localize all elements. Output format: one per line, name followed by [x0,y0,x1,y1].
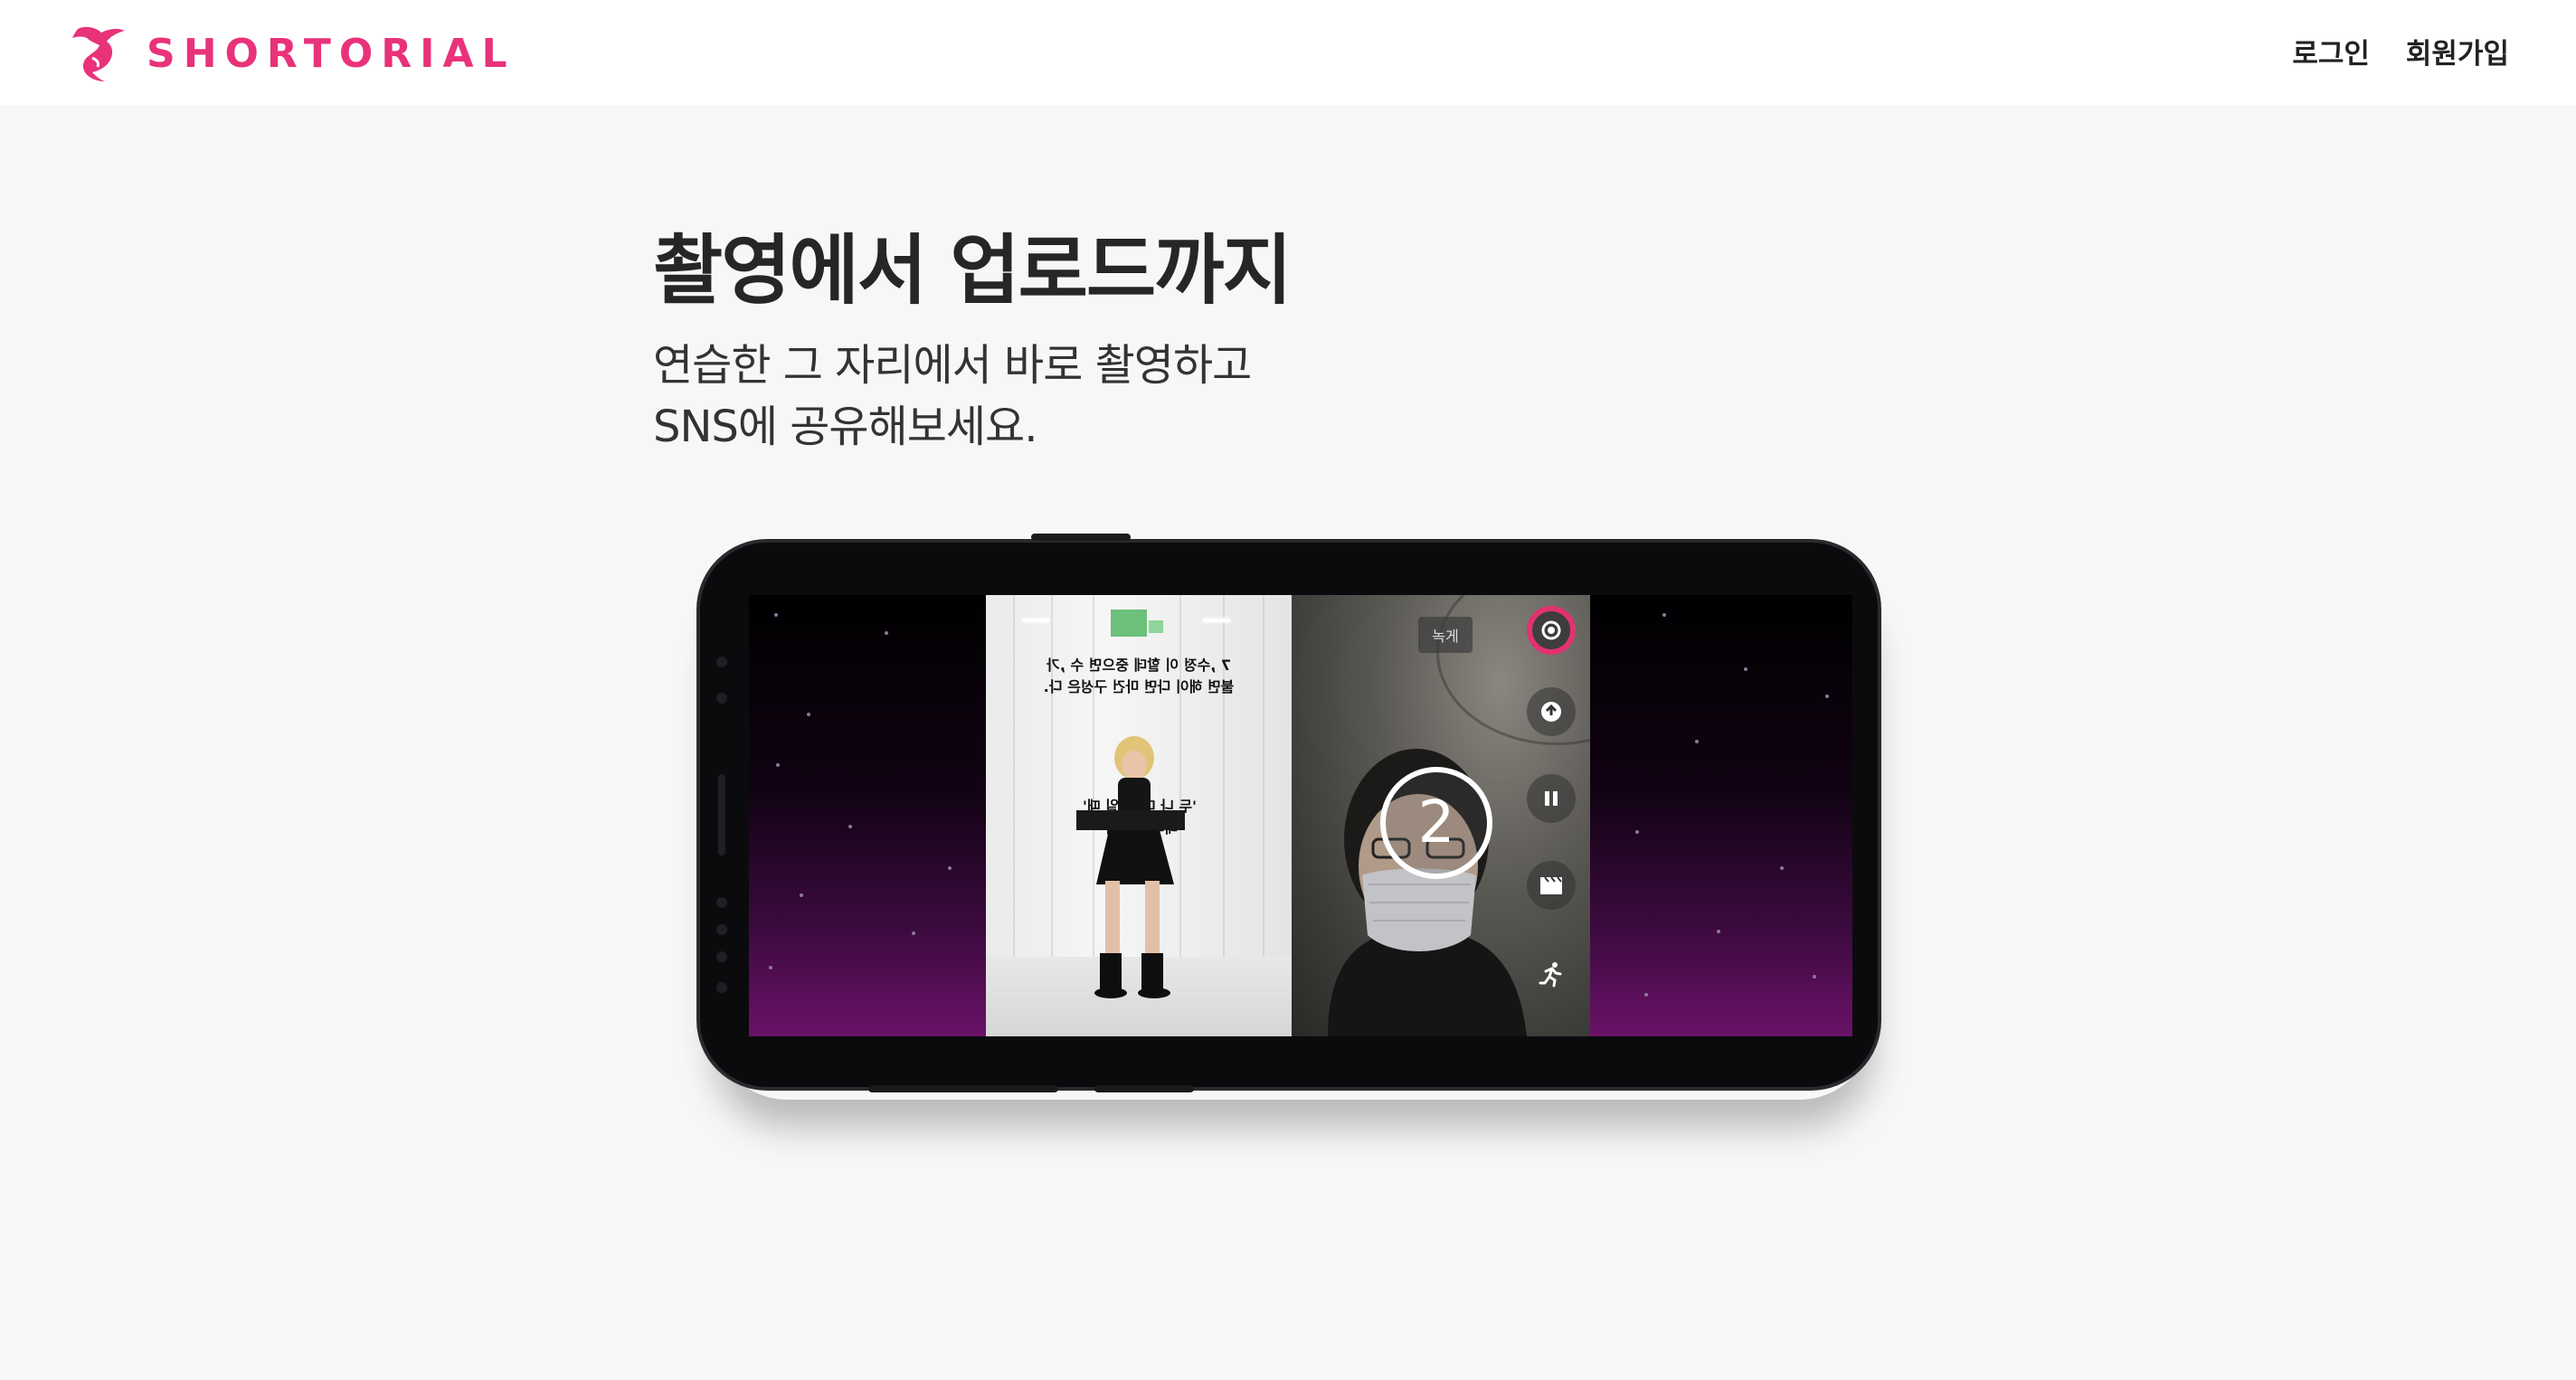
phone-screen: 7 ,수정 이 할데 중으면 수 ,가 불면 해이 다면 마건 구성은 다. '두… [749,595,1852,1036]
brand-logo[interactable]: SHORTORIAL [65,22,516,85]
sensor-dot [716,951,727,962]
camera-label[interactable]: 녹게 [1418,617,1473,653]
dancer-figure [1076,736,1185,998]
exit-sign [1149,620,1163,633]
hero-title: 촬영에서 업로드까지 [653,226,1293,315]
sensor-dot [716,982,727,993]
front-camera-icon [716,693,727,704]
video-caption: 7 ,수정 이 할데 중으면 수 ,가 불면 해이 다면 마건 구성은 다. [1043,657,1235,695]
speaker-slot [718,774,725,855]
sensor-dot [716,897,727,908]
tutorial-video-panel[interactable]: 7 ,수정 이 할데 중으면 수 ,가 불면 해이 다면 마건 구성은 다. '두… [986,595,1292,1036]
record-icon[interactable] [1527,606,1576,655]
hero-subtitle: 연습한 그 자리에서 바로 촬영하고 SNS에 공유해보세요. [653,335,1252,458]
sensor-dot [716,657,727,667]
camera-preview-panel: 녹게 2 [1292,595,1590,1036]
phone-power-button [1031,534,1131,541]
countdown-number: 2 [1417,789,1455,856]
exit-sign [1111,610,1147,637]
sensor-dot [716,924,727,935]
dancer-logo-icon [72,26,125,81]
top-nav: 로그인 회원가입 [2292,31,2509,71]
phone-side-button [1094,1085,1194,1092]
login-link[interactable]: 로그인 [2292,31,2370,71]
hero-subtitle-line2: SNS에 공유해보세요. [653,402,1037,452]
pause-icon[interactable] [1527,774,1576,823]
top-header: SHORTORIAL 로그인 회원가입 [0,0,2576,105]
upload-icon[interactable] [1527,687,1576,736]
hero-subtitle-line1: 연습한 그 자리에서 바로 촬영하고 [653,340,1252,391]
clapperboard-icon[interactable] [1527,861,1576,910]
phone-sensors [713,638,731,1000]
countdown-timer: 2 [1380,767,1492,879]
brand-name: SHORTORIAL [147,30,516,77]
camera-toolbar [1518,606,1583,1031]
phone-volume-button [868,1085,1058,1092]
run-icon[interactable] [1527,950,1576,998]
phone-mockup: 7 ,수정 이 할데 중으면 수 ,가 불면 해이 다면 마건 구성은 다. '두… [696,534,1881,1092]
signup-link[interactable]: 회원가입 [2406,31,2509,71]
